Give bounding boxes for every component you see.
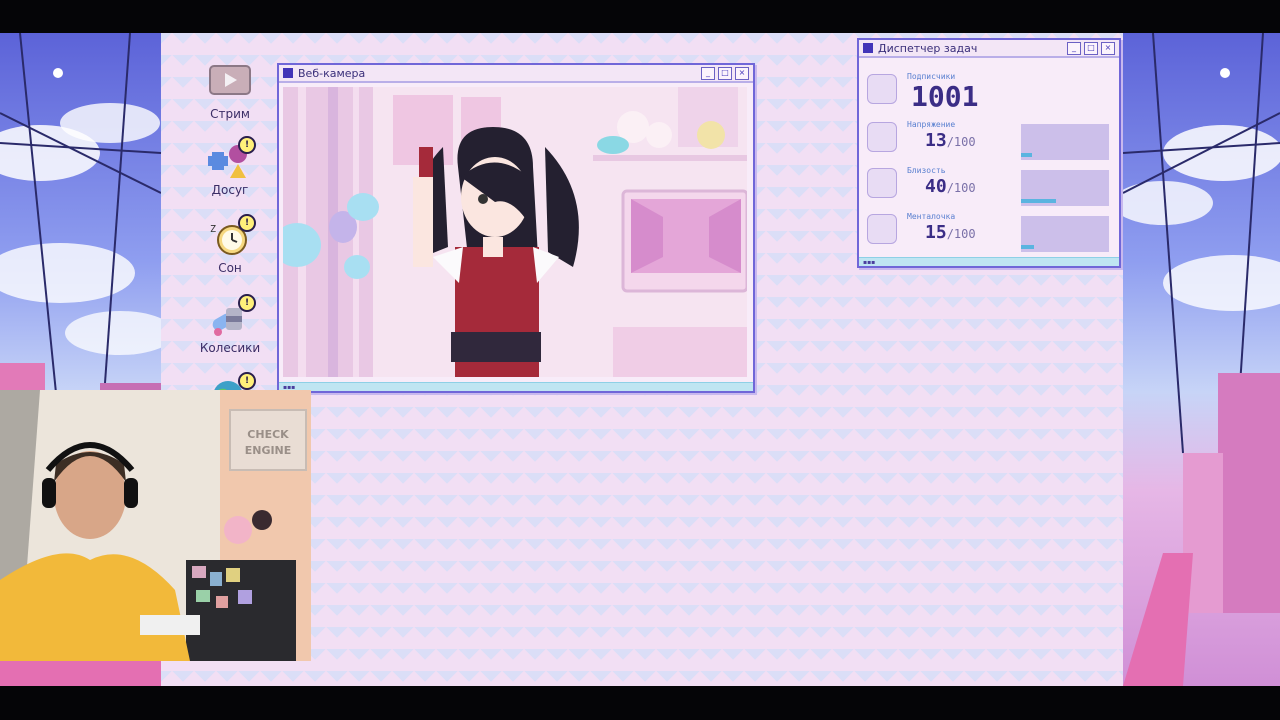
minimize-button[interactable]: _ <box>701 66 715 80</box>
webcam-window-title: Веб-камера <box>298 66 366 80</box>
notification-badge: ! <box>238 294 256 312</box>
desktop-icon-leisure[interactable]: ! Досуг <box>190 136 270 197</box>
stat-bar <box>1021 170 1109 206</box>
task-manager-titlebar[interactable]: Диспетчер задач _ □ × <box>859 40 1119 58</box>
subscribers-row: Подписчики 1001 <box>867 68 1117 113</box>
stat-value: 15/100 <box>925 222 976 243</box>
stat-value-number: 13 <box>925 130 947 151</box>
status-dots-icon: ▪▪▪ <box>863 259 876 266</box>
desktop-icon-label: Досуг <box>211 183 249 197</box>
webcam-window[interactable]: Веб-камера _ □ × ▪▪▪ <box>277 63 755 393</box>
stat-bar-fill <box>1021 199 1057 203</box>
maximize-button[interactable]: □ <box>718 66 732 80</box>
window-icon <box>863 43 873 53</box>
notification-badge: ! <box>238 136 256 154</box>
desktop-icon-label: Стрим <box>210 107 250 121</box>
top-letterbox <box>0 0 1280 33</box>
stat-value-max: /100 <box>946 227 976 241</box>
stat-label: Менталочка <box>907 212 956 221</box>
leisure-icon: ! <box>208 136 256 180</box>
stat-value: 13/100 <box>925 130 976 151</box>
alarm-clock-icon: Z ! <box>208 214 256 258</box>
subscribers-avatar-icon <box>867 74 897 104</box>
task-manager-statusbar: ▪▪▪ <box>859 257 1119 266</box>
wall-sign-text: CHECK <box>247 428 289 441</box>
right-scenery <box>1123 33 1280 686</box>
desktop-icon-label: Колесики <box>199 341 261 355</box>
notification-badge: ! <box>238 372 256 390</box>
close-button[interactable]: × <box>1101 41 1115 55</box>
stat-bar-fill <box>1021 153 1033 157</box>
pills-icon: ! <box>208 294 256 338</box>
stat-row-stress: Напряжение 13/100 <box>867 116 1117 160</box>
svg-text:Z: Z <box>210 224 216 235</box>
streamer-camera: CHECK ENGINE <box>0 390 311 661</box>
close-button[interactable]: × <box>735 66 749 80</box>
streamer-camera-feed: CHECK ENGINE <box>0 390 311 661</box>
stat-bar <box>1021 124 1109 160</box>
stat-value: 40/100 <box>925 176 976 197</box>
stat-value-max: /100 <box>946 135 976 149</box>
right-scenery-art <box>1123 33 1280 686</box>
desktop-icon-sleep[interactable]: Z ! Сон <box>190 214 270 275</box>
anime-character-scene <box>283 87 747 377</box>
minimize-button[interactable]: _ <box>1067 41 1081 55</box>
stat-value-number: 15 <box>925 222 947 243</box>
webcam-window-titlebar[interactable]: Веб-камера _ □ × <box>279 65 753 83</box>
webcam-feed <box>283 87 747 377</box>
mental-avatar-icon <box>867 214 897 244</box>
bottom-letterbox <box>0 686 1280 720</box>
notification-badge: ! <box>238 214 256 232</box>
stat-bar-fill <box>1021 245 1035 249</box>
wall-sign-text: ENGINE <box>245 444 292 457</box>
task-manager-title: Диспетчер задач <box>878 41 978 55</box>
desktop-icon-pills[interactable]: ! Колесики <box>190 294 270 355</box>
desktop-icon-stream[interactable]: Стрим <box>190 64 270 121</box>
stat-value-number: 40 <box>925 176 947 197</box>
stat-label: Близость <box>907 166 946 175</box>
stat-bar <box>1021 216 1109 252</box>
task-manager-window[interactable]: Диспетчер задач _ □ × Подписчики 1001 На… <box>857 38 1121 268</box>
stress-avatar-icon <box>867 122 897 152</box>
desktop-icon-label: Сон <box>218 261 242 275</box>
maximize-button[interactable]: □ <box>1084 41 1098 55</box>
stream-icon <box>208 64 252 104</box>
webcam-window-statusbar: ▪▪▪ <box>279 382 753 391</box>
stat-row-affection: Близость 40/100 <box>867 162 1117 206</box>
stat-row-mental: Менталочка 15/100 <box>867 208 1117 252</box>
stat-value-max: /100 <box>946 181 976 195</box>
subscribers-value: 1001 <box>911 80 979 113</box>
stat-label: Напряжение <box>907 120 956 129</box>
affection-avatar-icon <box>867 168 897 198</box>
window-icon <box>283 68 293 78</box>
